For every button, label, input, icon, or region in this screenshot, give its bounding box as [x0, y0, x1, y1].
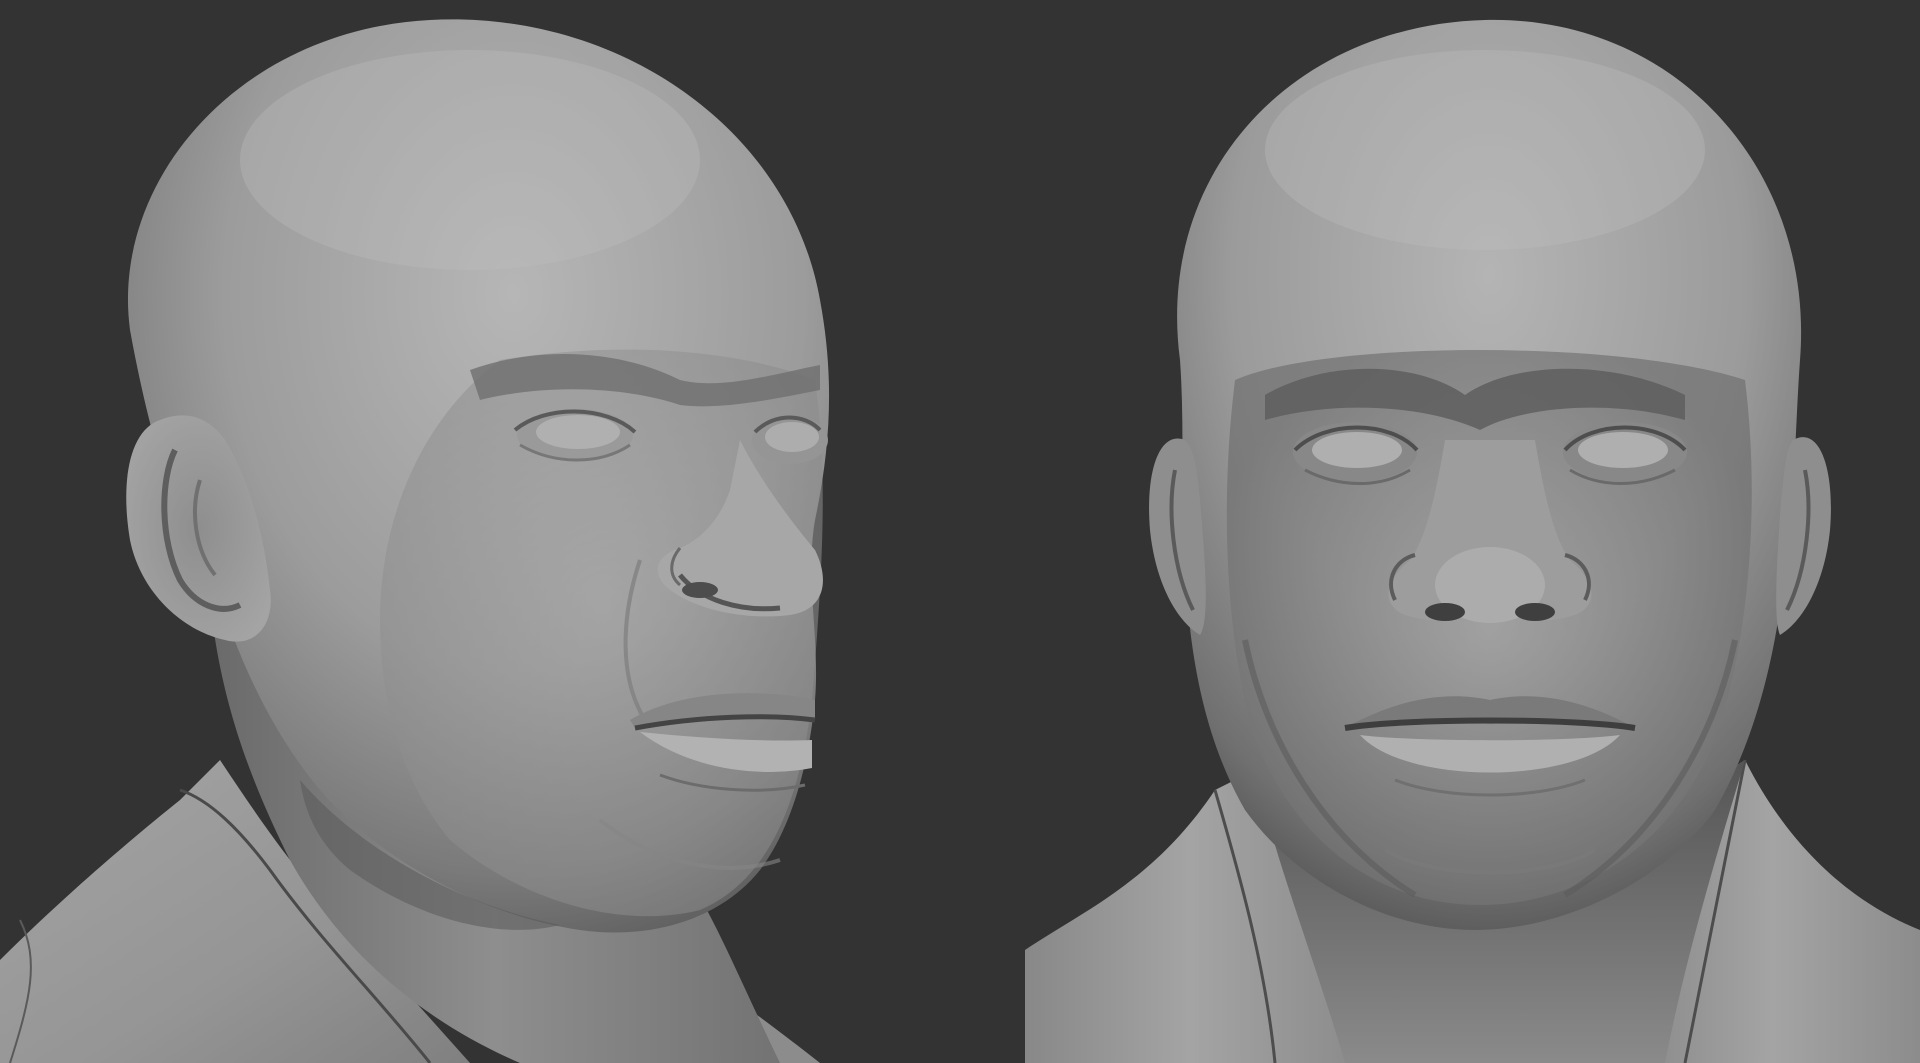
- three-quarter-view-render: [0, 0, 1020, 1063]
- three-quarter-head-sculpt: [0, 19, 830, 1063]
- front-view-render: [1025, 0, 1920, 1063]
- front-head-sculpt: [1025, 19, 1920, 1063]
- sculpt-viewport: [0, 0, 1920, 1063]
- left-eye-sculpt: [1293, 422, 1419, 485]
- right-eye-sculpt: [1563, 422, 1687, 485]
- right-eye-sculpt: [752, 415, 828, 464]
